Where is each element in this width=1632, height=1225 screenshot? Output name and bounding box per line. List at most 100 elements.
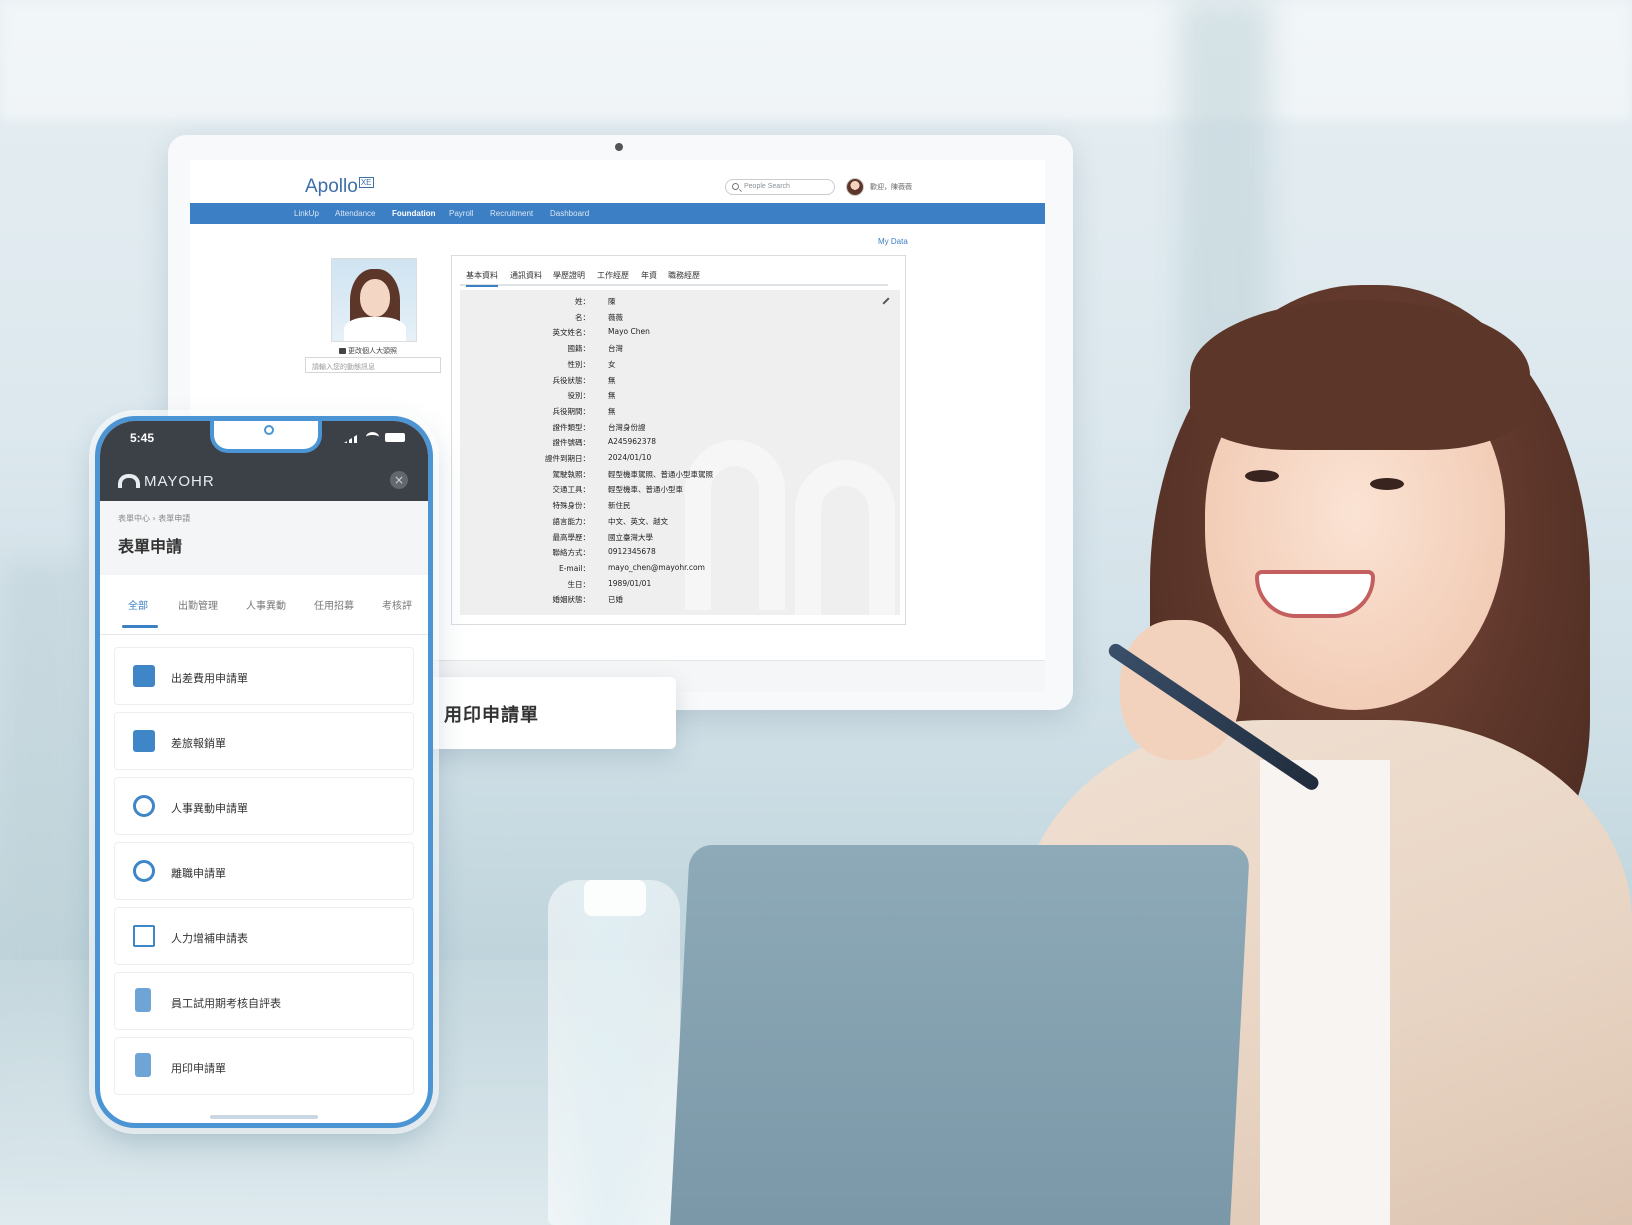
- form-list-item[interactable]: 差旅報銷單: [114, 712, 414, 770]
- info-value: 0912345678: [608, 547, 656, 557]
- form-list: 出差費用申請單差旅報銷單人事異動申請單 離職申請單人力增補申請表員工試用期考核自評…: [114, 647, 414, 1102]
- form-label: 人力增補申請表: [171, 932, 248, 945]
- info-value: 1989/01/01: [608, 578, 652, 588]
- info-box: 姓：陳名： 薇薇 英文姓名： Mayo Chen 國籍： 台灣 性別：女兵役狀態：無役別：無…: [460, 290, 900, 615]
- status-message-input[interactable]: 請輸入您的動態訊息: [305, 357, 441, 373]
- form-list-item[interactable]: 員工試用期考核自評表: [114, 972, 414, 1030]
- tab-evaluation[interactable]: 考核評: [382, 597, 412, 612]
- edit-pencil-icon[interactable]: [882, 297, 890, 305]
- water-bottle: [548, 880, 680, 1225]
- search-icon: [732, 183, 739, 190]
- info-label: 婚姻狀態：: [552, 595, 591, 605]
- popup-label: 用印申請單: [444, 705, 539, 726]
- form-list-item[interactable]: 出差費用申請單: [114, 647, 414, 705]
- woman-smile: [1255, 570, 1375, 618]
- info-label: 國籍：: [567, 344, 591, 354]
- phone-title-area: 表單中心 › 表單申請 表單申請: [100, 501, 428, 575]
- info-label: 證件到期日：: [545, 454, 590, 463]
- info-value: mayo_chen@mayohr.com: [608, 562, 705, 572]
- signal-icon: [344, 433, 360, 443]
- info-value: 無: [608, 391, 616, 401]
- profile-photo[interactable]: [331, 258, 417, 342]
- info-value: 陳: [608, 297, 616, 306]
- user-avatar[interactable]: [846, 178, 864, 196]
- info-label: 最高學歷：: [552, 532, 591, 542]
- user-greeting[interactable]: 歡迎，陳薇薇: [870, 182, 912, 192]
- tab-personnel[interactable]: 人事異動: [246, 597, 286, 612]
- woman-bangs: [1190, 300, 1530, 450]
- info-label: 姓：: [575, 297, 590, 306]
- info-label: 特殊身份：: [552, 501, 591, 511]
- gear-person-icon: [133, 860, 155, 882]
- background-window: [0, 0, 1632, 120]
- info-value: 2024/01/10: [608, 453, 652, 462]
- water-bottle-cap: [584, 880, 646, 916]
- info-label: 駕駛執照：: [552, 469, 591, 479]
- doc-stamp-icon: [135, 1053, 151, 1077]
- main-nav: LinkUp Attendance Foundation Payroll Rec…: [190, 203, 1045, 224]
- home-indicator: [210, 1115, 318, 1119]
- info-value: 輕型機車、普通小型車: [608, 485, 683, 495]
- front-camera: [264, 425, 274, 435]
- tab-seniority[interactable]: 年資: [641, 270, 657, 281]
- photo-body: [344, 317, 406, 341]
- nav-dashboard[interactable]: Dashboard: [550, 209, 589, 218]
- nav-attendance[interactable]: Attendance: [335, 209, 375, 218]
- apollo-logo[interactable]: Apollo XE: [305, 176, 374, 198]
- mayohr-logo-icon: [118, 474, 140, 488]
- my-data-link[interactable]: My Data: [878, 237, 908, 246]
- breadcrumb[interactable]: 表單中心 › 表單申請: [118, 513, 190, 524]
- calendar-money-icon: [133, 730, 155, 752]
- people-search-input[interactable]: People Search: [725, 179, 835, 195]
- info-label: 兵役期間：: [552, 406, 591, 416]
- tab-contact[interactable]: 通訊資料: [510, 270, 542, 281]
- info-label: 證件號碼：: [552, 438, 591, 448]
- form-list-item[interactable]: 離職申請單: [114, 842, 414, 900]
- brand-text: MAYOHR: [144, 473, 215, 490]
- form-label: 出差費用申請單: [171, 672, 248, 685]
- search-placeholder: People Search: [744, 183, 790, 190]
- nav-recruitment[interactable]: Recruitment: [490, 209, 533, 218]
- logo-badge: XE: [358, 176, 374, 188]
- info-label: 兵役狀態：: [552, 375, 591, 385]
- info-value: 輕型機車駕照、普通小型車駕照: [608, 469, 713, 479]
- nav-foundation[interactable]: Foundation: [392, 209, 436, 218]
- woman-eye: [1370, 478, 1404, 490]
- photo-face: [360, 279, 390, 317]
- info-value: 薇薇: [608, 312, 623, 322]
- doc-check-icon: [135, 988, 151, 1012]
- search-person-icon: [133, 925, 155, 947]
- tab-education[interactable]: 學歷證明: [553, 270, 585, 281]
- form-label: 員工試用期考核自評表: [171, 997, 281, 1010]
- tab-work-history[interactable]: 工作經歷: [597, 270, 629, 281]
- info-value: A245962378: [608, 437, 657, 447]
- tab-recruitment[interactable]: 任用招募: [314, 597, 354, 612]
- camera-icon: [339, 348, 346, 354]
- info-label: 交通工具：: [552, 485, 591, 495]
- monitor-camera: [615, 143, 623, 151]
- info-label: 英文姓名：: [552, 328, 591, 338]
- tab-job-history[interactable]: 職務經歷: [668, 270, 700, 281]
- tab-all[interactable]: 全部: [128, 597, 148, 612]
- info-value: 無: [608, 406, 616, 416]
- change-photo-button[interactable]: 更改個人大頭照: [339, 346, 397, 356]
- wifi-icon: [366, 432, 379, 442]
- form-list-item[interactable]: 人力增補申請表: [114, 907, 414, 965]
- info-label: 性別：: [567, 359, 591, 369]
- form-list-item[interactable]: 人事異動申請單: [114, 777, 414, 835]
- form-category-tabs: 全部 出勤管理 人事異動 任用招募 考核評: [100, 575, 428, 635]
- nav-linkup[interactable]: LinkUp: [294, 209, 319, 218]
- page-title: 表單申請: [118, 537, 183, 556]
- info-value: 女: [608, 359, 616, 369]
- info-tabs: 基本資料 通訊資料 學歷證明 工作經歷 年資 職務經歷: [460, 266, 888, 287]
- info-label: 語言能力：: [552, 516, 591, 526]
- form-list-item[interactable]: 用印申請單: [114, 1037, 414, 1095]
- tab-basic-info[interactable]: 基本資料: [466, 270, 498, 287]
- close-button[interactable]: ×: [390, 471, 408, 489]
- nav-payroll[interactable]: Payroll: [449, 209, 473, 218]
- tab-attendance[interactable]: 出勤管理: [178, 597, 218, 612]
- mobile-phone: 5:45 MAYOHR × 表單中心 › 表單申請 表單申請 全部 出勤管理 人…: [95, 416, 433, 1128]
- info-label: E-mail：: [558, 563, 590, 573]
- info-value: 已婚: [608, 595, 623, 605]
- info-value: Mayo Chen: [608, 327, 650, 337]
